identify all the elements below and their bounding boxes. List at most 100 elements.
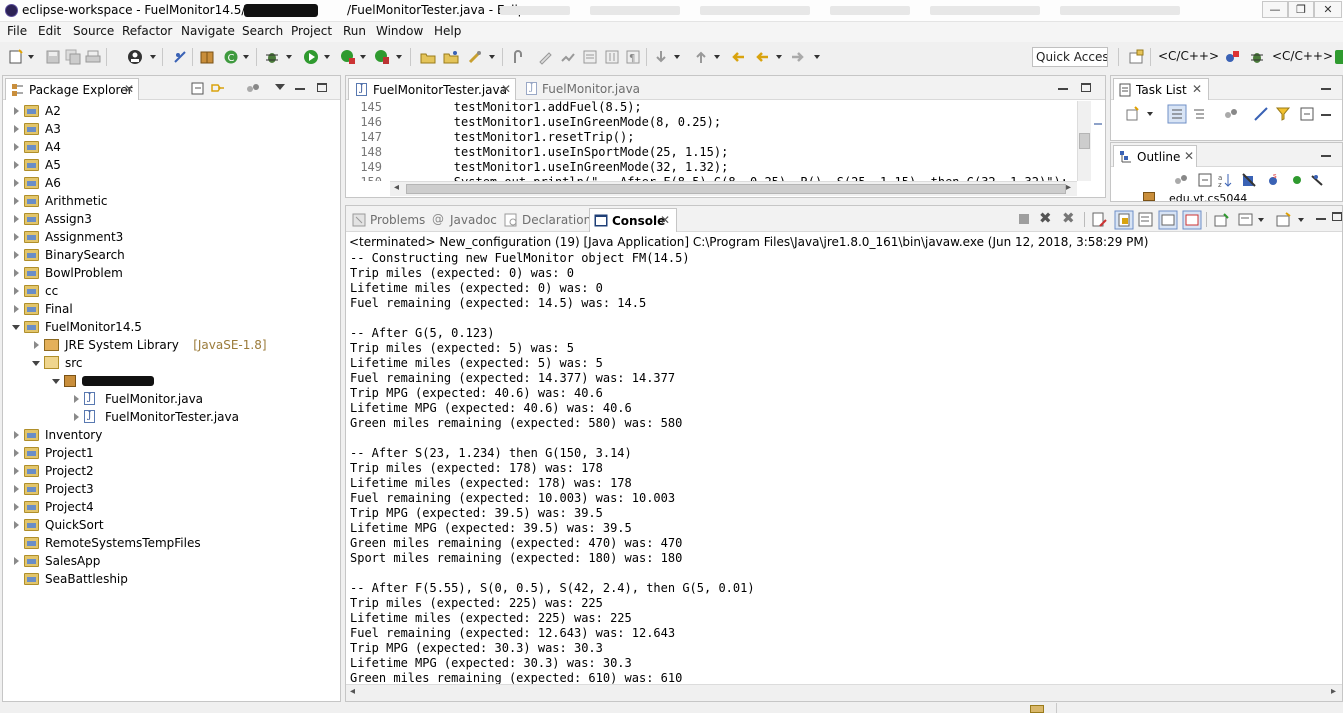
collapsed-arrow-icon[interactable] [14, 143, 19, 151]
menu-search[interactable]: Search [242, 24, 283, 38]
tree-item-fuelmonitor14-5[interactable]: FuelMonitor14.5 [3, 318, 340, 336]
collapsed-arrow-icon[interactable] [14, 521, 19, 529]
close-icon[interactable]: ✕ [660, 213, 670, 227]
java-perspective-icon[interactable] [1224, 49, 1240, 65]
show-whitespace-icon[interactable]: ¶ [625, 49, 641, 65]
clear-console-icon[interactable] [1092, 212, 1108, 228]
open-console-icon[interactable] [1276, 212, 1292, 228]
tree-item-a6[interactable]: A6 [3, 174, 340, 192]
restore-window-button[interactable]: ❐ [1288, 1, 1314, 18]
menu-refactor[interactable]: Refactor [122, 24, 172, 38]
tree-item-quicksort[interactable]: QuickSort [3, 516, 340, 534]
debug-dropdown-icon[interactable] [286, 55, 292, 59]
next-annotation-icon[interactable] [653, 49, 669, 65]
perspective-cpp-1[interactable]: <C/C++> [1158, 49, 1219, 63]
scroll-right-icon[interactable]: ▸ [1331, 686, 1336, 697]
expanded-arrow-icon[interactable] [12, 325, 20, 330]
tree-item-salesapp[interactable]: SalesApp [3, 552, 340, 570]
minimize-icon[interactable] [1321, 114, 1331, 116]
word-wrap-icon[interactable] [604, 49, 620, 65]
menu-run[interactable]: Run [343, 24, 366, 38]
tree-item-assign3[interactable]: Assign3 [3, 210, 340, 228]
scroll-right-icon[interactable]: ▸ [1066, 182, 1071, 193]
tree-item-project2[interactable]: Project2 [3, 462, 340, 480]
collapsed-arrow-icon[interactable] [14, 197, 19, 205]
menu-window[interactable]: Window [376, 24, 423, 38]
tree-item-a5[interactable]: A5 [3, 156, 340, 174]
close-icon[interactable]: ✕ [1192, 82, 1202, 96]
tab-package-explorer[interactable]: Package Explorer ✕ [5, 78, 139, 100]
tab-declaration[interactable]: Declaration [502, 209, 591, 231]
focus-task-icon[interactable] [246, 82, 260, 96]
new-class-dropdown-icon[interactable] [243, 55, 249, 59]
git-perspective-icon[interactable] [1334, 49, 1343, 65]
tab-fuelmonitortester[interactable]: J FuelMonitorTester.java ✕ [348, 78, 516, 100]
tree-item-fuelmonitor-java[interactable]: J FuelMonitor.java [3, 390, 340, 408]
collapsed-arrow-icon[interactable] [34, 341, 39, 349]
tree-item-package[interactable] [3, 372, 340, 390]
tree-item-project4[interactable]: Project4 [3, 498, 340, 516]
tree-item-remotesystemstempfiles[interactable]: RemoteSystemsTempFiles [3, 534, 340, 552]
collapsed-arrow-icon[interactable] [14, 215, 19, 223]
new-icon[interactable] [8, 49, 24, 65]
scrollbar-thumb[interactable] [1079, 133, 1090, 149]
focus-icon[interactable] [1223, 106, 1239, 122]
minimize-icon[interactable] [1058, 88, 1068, 90]
menu-navigate[interactable]: Navigate [181, 24, 235, 38]
profile-icon[interactable] [127, 49, 143, 65]
menu-source[interactable]: Source [73, 24, 114, 38]
scheduled-icon[interactable] [1191, 106, 1207, 122]
tab-console[interactable]: Console ✕ [589, 208, 677, 232]
display-selected-console-icon[interactable] [1238, 212, 1254, 228]
tree-item-binarysearch[interactable]: BinarySearch [3, 246, 340, 264]
collapsed-arrow-icon[interactable] [14, 467, 19, 475]
quick-access-input[interactable]: Quick Access [1032, 47, 1108, 67]
minimize-icon[interactable] [1321, 155, 1331, 157]
next-annotation-dropdown-icon[interactable] [674, 55, 680, 59]
save-all-icon[interactable] [65, 49, 81, 65]
hide-static-icon[interactable]: s [1265, 172, 1281, 188]
menu-help[interactable]: Help [434, 24, 461, 38]
forward-icon[interactable] [790, 49, 806, 65]
tree-item-inventory[interactable]: Inventory [3, 426, 340, 444]
new-java-package-icon[interactable] [199, 49, 215, 65]
coverage-dropdown-icon[interactable] [360, 55, 366, 59]
collapsed-arrow-icon[interactable] [14, 107, 19, 115]
tab-problems[interactable]: Problems [348, 209, 430, 231]
back-dropdown-icon[interactable] [776, 55, 782, 59]
minimize-icon[interactable] [1316, 218, 1326, 220]
tree-item-seabattleship[interactable]: SeaBattleship [3, 570, 340, 588]
collapsed-arrow-icon[interactable] [14, 161, 19, 169]
tree-item-fuelmonitortester-java[interactable]: J FuelMonitorTester.java [3, 408, 340, 426]
skip-breakpoints-icon[interactable] [172, 49, 188, 65]
debug-icon[interactable] [264, 49, 280, 65]
editor-horizontal-scrollbar[interactable]: ◂ ▸ [390, 181, 1077, 196]
scroll-left-icon[interactable]: ◂ [350, 686, 355, 697]
tree-item-a2[interactable]: A2 [3, 102, 340, 120]
collapsed-arrow-icon[interactable] [14, 251, 19, 259]
run-dropdown-icon[interactable] [324, 55, 330, 59]
terminate-icon[interactable] [1019, 214, 1029, 224]
link-with-editor-icon[interactable] [210, 82, 226, 96]
show-on-stderr-icon[interactable] [1182, 210, 1202, 230]
last-edit-location-icon[interactable] [730, 49, 746, 65]
tree-item-a4[interactable]: A4 [3, 138, 340, 156]
collapse-icon[interactable] [1299, 106, 1315, 122]
pen-icon[interactable] [537, 49, 553, 65]
collapse-all-icon[interactable] [191, 82, 205, 96]
open-type-icon[interactable] [420, 49, 436, 65]
categorized-icon[interactable] [1167, 104, 1187, 124]
tab-javadoc[interactable]: @ Javadoc [430, 209, 500, 231]
minimize-window-button[interactable]: — [1262, 1, 1288, 18]
tree-item-bowlproblem[interactable]: BowlProblem [3, 264, 340, 282]
forward-dropdown-icon[interactable] [814, 55, 820, 59]
collapse-all-icon[interactable] [1197, 172, 1213, 188]
maximize-icon[interactable] [1332, 212, 1342, 221]
open-task-icon[interactable] [443, 49, 459, 65]
collapsed-arrow-icon[interactable] [14, 125, 19, 133]
back-icon[interactable] [754, 49, 770, 65]
collapsed-arrow-icon[interactable] [14, 305, 19, 313]
new-task-icon[interactable] [1125, 106, 1141, 122]
print-icon[interactable] [85, 49, 101, 65]
tab-outline[interactable]: Outline ✕ [1113, 145, 1197, 167]
